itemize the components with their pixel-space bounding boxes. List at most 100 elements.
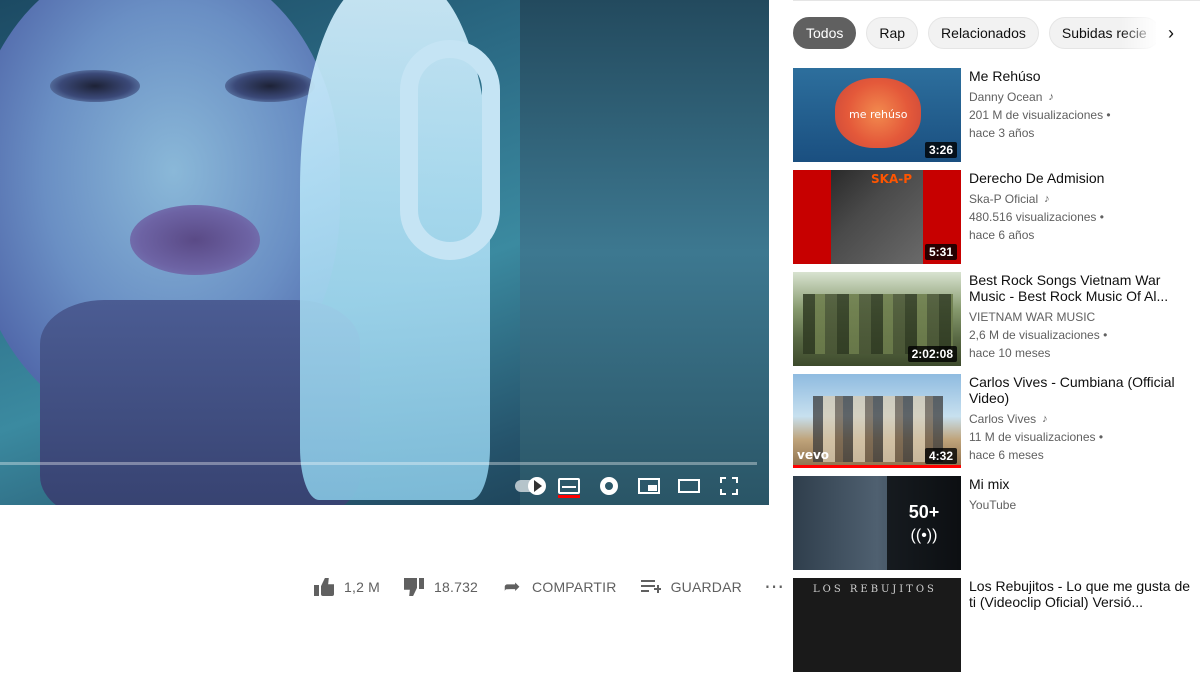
video-actions-bar: 1,2 M 18.732 ➦ COMPARTIR GUARDAR ⋯: [312, 574, 807, 600]
related-mix-item[interactable]: 50+ ((•)) Mi mix YouTube: [793, 476, 1200, 578]
video-title[interactable]: Derecho De Admision: [969, 170, 1194, 186]
save-label: GUARDAR: [670, 579, 742, 595]
video-progress-bar[interactable]: [0, 462, 757, 465]
music-note-icon: ♪: [1042, 413, 1048, 425]
more-actions-button[interactable]: ⋯: [764, 577, 785, 597]
related-video-item[interactable]: LOS REBUJITOS Los Rebujitos - Lo que me …: [793, 578, 1200, 680]
like-button[interactable]: 1,2 M: [312, 576, 380, 598]
channel-name[interactable]: VIETNAM WAR MUSIC: [969, 308, 1095, 326]
autoplay-icon: [515, 477, 546, 495]
chips-next-button[interactable]: ›: [1156, 17, 1186, 49]
video-thumbnail[interactable]: me rehúso 3:26: [793, 68, 961, 162]
video-duration: 3:26: [924, 142, 957, 158]
video-title[interactable]: Mi mix: [969, 476, 1194, 492]
video-meta: Mi mix YouTube: [969, 476, 1194, 578]
theater-mode-button[interactable]: [669, 472, 709, 500]
video-thumbnail[interactable]: LOS REBUJITOS: [793, 578, 961, 672]
thumbnail-art: [813, 396, 943, 462]
video-duration: 2:02:08: [907, 346, 957, 362]
sidebar-divider: [793, 0, 1200, 1]
dislike-button[interactable]: 18.732: [402, 576, 478, 598]
related-video-item[interactable]: 2:02:08 Best Rock Songs Vietnam War Musi…: [793, 272, 1200, 374]
video-title[interactable]: Me Rehúso: [969, 68, 1194, 84]
playlist-overlay: 50+ ((•)): [887, 476, 961, 570]
channel-name[interactable]: Danny Ocean: [969, 88, 1042, 106]
related-video-item[interactable]: vevo 4:32 Carlos Vives - Cumbiana (Offic…: [793, 374, 1200, 476]
video-meta: Carlos Vives - Cumbiana (Official Video)…: [969, 374, 1194, 476]
chip-relacionados[interactable]: Relacionados: [928, 17, 1039, 49]
dislike-count: 18.732: [434, 579, 479, 595]
video-meta: Los Rebujitos - Lo que me gusta de ti (V…: [969, 578, 1194, 680]
video-thumbnail[interactable]: vevo 4:32: [793, 374, 961, 468]
video-player[interactable]: [0, 0, 769, 505]
channel-row: Carlos Vives ♪: [969, 410, 1194, 428]
related-video-item[interactable]: me rehúso 3:26 Me Rehúso Danny Ocean ♪ 2…: [793, 68, 1200, 170]
fullscreen-icon: [720, 477, 738, 495]
like-count: 1,2 M: [344, 579, 381, 595]
video-frame-headphone: [400, 40, 500, 260]
share-arrow-icon: ➦: [503, 576, 521, 598]
miniplayer-icon: [638, 478, 660, 494]
miniplayer-button[interactable]: [629, 472, 669, 500]
save-button[interactable]: GUARDAR: [639, 576, 742, 598]
video-frame-eye-right: [225, 70, 315, 102]
channel-row: VIETNAM WAR MUSIC: [969, 308, 1194, 326]
view-count: 201 M de visualizaciones •: [969, 108, 1111, 122]
chip-todos[interactable]: Todos: [793, 17, 857, 49]
playlist-add-icon: [640, 580, 661, 594]
video-meta: Me Rehúso Danny Ocean ♪ 201 M de visuali…: [969, 68, 1194, 170]
upload-age: hace 3 años: [969, 126, 1035, 140]
channel-row: YouTube: [969, 496, 1194, 514]
related-videos-list: me rehúso 3:26 Me Rehúso Danny Ocean ♪ 2…: [793, 68, 1200, 680]
thumbnail-text: me rehúso: [849, 108, 908, 121]
thumbnail-text: LOS REBUJITOS: [813, 584, 937, 595]
video-duration: 4:32: [924, 448, 957, 464]
settings-gear-icon: [600, 477, 618, 495]
autoplay-toggle[interactable]: [509, 472, 549, 500]
mix-radio-icon: ((•)): [910, 526, 938, 544]
playlist-count: 50+: [908, 501, 940, 522]
upload-age: hace 6 años: [969, 228, 1035, 242]
video-thumbnail[interactable]: 2:02:08: [793, 272, 961, 366]
view-count: 2,6 M de visualizaciones •: [969, 328, 1108, 342]
vevo-logo: vevo: [797, 448, 830, 462]
player-controls: [509, 472, 749, 500]
video-meta: Derecho De Admision Ska-P Oficial ♪ 480.…: [969, 170, 1194, 272]
video-frame-background: [520, 0, 769, 505]
upload-age: hace 6 meses: [969, 448, 1044, 462]
chevron-right-icon: ›: [1168, 22, 1174, 43]
settings-button[interactable]: [589, 472, 629, 500]
mix-thumbnail[interactable]: 50+ ((•)): [793, 476, 961, 570]
music-note-icon: ♪: [1044, 193, 1050, 205]
video-thumbnail[interactable]: SKA-P 5:31: [793, 170, 961, 264]
video-meta: Best Rock Songs Vietnam War Music - Best…: [969, 272, 1194, 374]
video-title[interactable]: Los Rebujitos - Lo que me gusta de ti (V…: [969, 578, 1194, 610]
channel-row: Danny Ocean ♪: [969, 88, 1194, 106]
channel-row: Ska-P Oficial ♪: [969, 190, 1194, 208]
channel-name[interactable]: YouTube: [969, 496, 1016, 514]
upload-age: hace 10 meses: [969, 346, 1051, 360]
related-video-item[interactable]: SKA-P 5:31 Derecho De Admision Ska-P Ofi…: [793, 170, 1200, 272]
theater-mode-icon: [678, 479, 700, 493]
thumbs-down-icon: [404, 578, 424, 596]
thumbnail-art: [803, 294, 953, 354]
watched-progress-bar: [793, 465, 961, 468]
share-label: COMPARTIR: [532, 579, 617, 595]
video-duration: 5:31: [924, 244, 957, 260]
chips-fade: [1120, 17, 1160, 49]
channel-name[interactable]: Ska-P Oficial: [969, 190, 1038, 208]
video-frame-eye-left: [50, 70, 140, 102]
view-count: 480.516 visualizaciones •: [969, 210, 1104, 224]
video-frame-lips: [130, 205, 260, 275]
subtitles-button[interactable]: [549, 472, 589, 500]
thumbnail-text: SKA-P: [871, 172, 913, 186]
video-title[interactable]: Best Rock Songs Vietnam War Music - Best…: [969, 272, 1194, 304]
channel-name[interactable]: Carlos Vives: [969, 410, 1036, 428]
thumbs-up-icon: [314, 578, 334, 596]
chip-rap[interactable]: Rap: [866, 17, 919, 49]
more-horizontal-icon: ⋯: [763, 576, 785, 598]
fullscreen-button[interactable]: [709, 472, 749, 500]
view-count: 11 M de visualizaciones •: [969, 430, 1104, 444]
video-title[interactable]: Carlos Vives - Cumbiana (Official Video): [969, 374, 1194, 406]
share-button[interactable]: ➦ COMPARTIR: [500, 576, 617, 598]
